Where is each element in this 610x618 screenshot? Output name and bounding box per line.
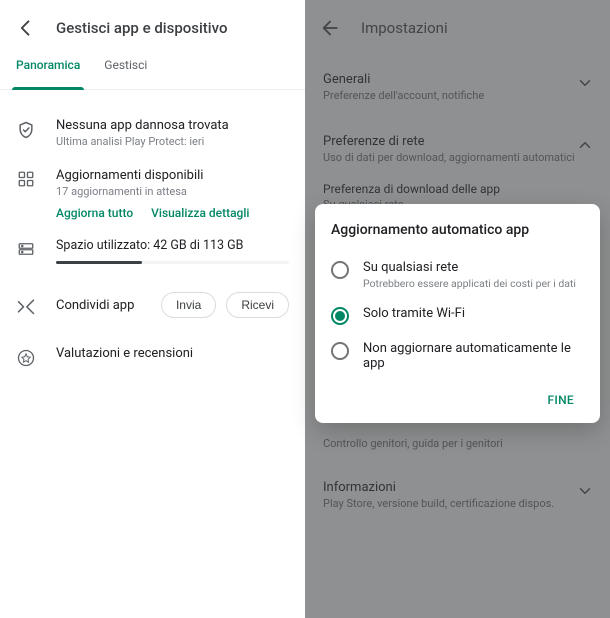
star-badge-icon [16, 346, 36, 368]
row-share: Condividi app Invia Ricevi [0, 274, 305, 336]
dialog-done-button[interactable]: FINE [537, 387, 584, 413]
ratings-title: Valutazioni e recensioni [56, 346, 289, 361]
row-play-protect[interactable]: Nessuna app dannosa trovata Ultima anali… [0, 104, 305, 158]
right-pane: Impostazioni Generali Preferenze dell'ac… [305, 0, 610, 618]
storage-title: Spazio utilizzato: 42 GB di 113 GB [56, 238, 289, 253]
receive-button[interactable]: Ricevi [226, 292, 289, 318]
update-all-button[interactable]: Aggiorna tutto [56, 206, 133, 220]
protect-sub: Ultima analisi Play Protect: ieri [56, 135, 289, 148]
row-storage[interactable]: Spazio utilizzato: 42 GB di 113 GB [0, 228, 305, 274]
radio-option-wifi-only[interactable]: Solo tramite Wi-Fi [331, 298, 584, 333]
tab-overview[interactable]: Panoramica [16, 56, 80, 90]
auto-update-dialog: Aggiornamento automatico app Su qualsias… [315, 204, 600, 423]
updates-title: Aggiornamenti disponibili [56, 168, 289, 183]
share-title: Condividi app [56, 298, 134, 313]
view-details-button[interactable]: Visualizza dettagli [151, 206, 249, 220]
radio-sub: Potrebbero essere applicati dei costi pe… [363, 277, 584, 290]
tab-manage[interactable]: Gestisci [104, 56, 147, 90]
radio-option-never[interactable]: Non aggiornare automaticamente le app [331, 333, 584, 379]
left-header: Gestisci app e dispositivo [0, 0, 305, 56]
share-icon [16, 294, 36, 316]
left-pane: Gestisci app e dispositivo Panoramica Ge… [0, 0, 305, 618]
protect-title: Nessuna app dannosa trovata [56, 118, 289, 133]
apps-grid-icon [16, 168, 36, 188]
send-button[interactable]: Invia [161, 292, 216, 318]
storage-icon [16, 238, 36, 258]
radio-label: Non aggiornare automaticamente le app [363, 341, 584, 371]
storage-bar [56, 261, 289, 264]
tabs: Panoramica Gestisci [0, 56, 305, 90]
radio-option-any-network[interactable]: Su qualsiasi rete Potrebbero essere appl… [331, 252, 584, 298]
updates-sub: 17 aggiornamenti in attesa [56, 185, 289, 198]
updates-actions: Aggiorna tutto Visualizza dettagli [56, 206, 305, 220]
shield-icon [16, 118, 36, 140]
radio-icon [331, 342, 349, 360]
back-icon[interactable] [14, 16, 38, 40]
row-ratings[interactable]: Valutazioni e recensioni [0, 336, 305, 378]
row-updates[interactable]: Aggiornamenti disponibili 17 aggiornamen… [0, 158, 305, 208]
radio-icon [331, 261, 349, 279]
radio-label: Solo tramite Wi-Fi [363, 306, 584, 321]
radio-icon [331, 307, 349, 325]
radio-label: Su qualsiasi rete [363, 260, 584, 275]
left-title: Gestisci app e dispositivo [56, 19, 227, 37]
dialog-title: Aggiornamento automatico app [331, 222, 584, 238]
